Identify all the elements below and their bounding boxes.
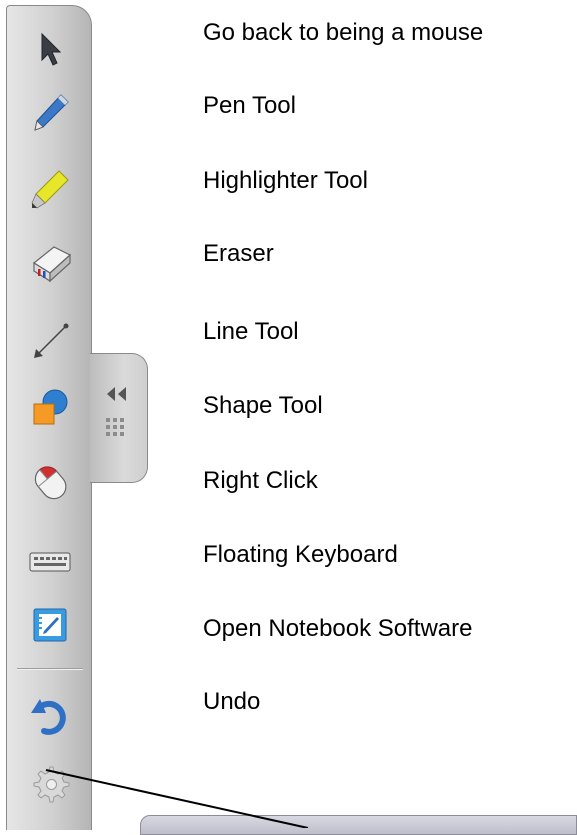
undo-button[interactable] (17, 686, 83, 744)
pen-tool-button[interactable] (17, 84, 83, 142)
settings-panel-edge (140, 815, 577, 835)
highlighter-tool-button[interactable] (17, 160, 83, 218)
open-notebook-button[interactable] (17, 596, 83, 654)
label-select-tool: Go back to being a mouse (203, 19, 484, 46)
line-tool-button[interactable] (17, 311, 83, 369)
right-click-button[interactable] (17, 453, 83, 511)
label-floating-keyboard: Floating Keyboard (203, 541, 398, 568)
select-tool-button[interactable] (17, 20, 83, 78)
label-undo: Undo (203, 688, 261, 715)
line-icon (34, 323, 69, 358)
undo-icon (31, 699, 66, 735)
toolbar-collapse-tab[interactable] (90, 353, 148, 483)
settings-gear-icon (33, 766, 70, 803)
highlighter-icon (31, 170, 69, 209)
right-click-mouse-icon (34, 466, 67, 500)
eraser-icon (32, 246, 72, 283)
select-arrow-icon (41, 32, 62, 66)
notebook-icon (33, 608, 67, 642)
keyboard-icon (29, 552, 71, 572)
label-eraser: Eraser (203, 240, 274, 267)
floating-keyboard-button[interactable] (17, 533, 83, 591)
floating-tools-toolbar (6, 5, 92, 830)
eraser-tool-button[interactable] (17, 234, 83, 292)
label-shape-tool: Shape Tool (203, 392, 323, 419)
shapes-icon (33, 389, 68, 425)
label-highlighter-tool: Highlighter Tool (203, 167, 368, 194)
pen-icon (34, 94, 69, 131)
label-line-tool: Line Tool (203, 318, 299, 345)
grip-dots-icon (106, 418, 124, 436)
settings-button[interactable] (17, 754, 83, 812)
shape-tool-button[interactable] (17, 379, 83, 437)
label-right-click: Right Click (203, 467, 318, 494)
label-open-notebook: Open Notebook Software (203, 615, 473, 642)
double-chevron-left-icon (107, 387, 126, 401)
toolbar-separator (17, 668, 83, 670)
label-pen-tool: Pen Tool (203, 92, 296, 119)
